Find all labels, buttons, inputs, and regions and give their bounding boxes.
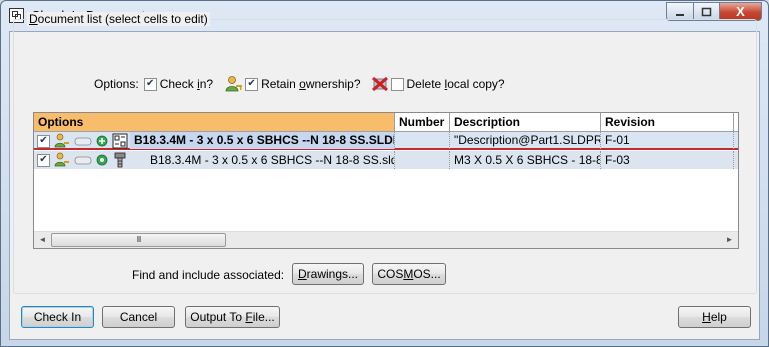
user-key-icon <box>54 152 69 167</box>
cancel-button[interactable]: Cancel <box>102 306 175 328</box>
check-in-button[interactable]: Check In <box>21 306 94 328</box>
row-option-icons: ✔ <box>37 133 128 149</box>
local-copy-icon <box>74 156 92 165</box>
cosmos-button[interactable]: COSMOS... <box>372 263 446 285</box>
row-option-icons: ✔ <box>37 152 128 168</box>
row-number[interactable] <box>395 151 450 169</box>
document-list-label: Document list (select cells to edit) <box>27 12 210 26</box>
options-row: Options: ✔ Check in? ✔ Retain ownership?… <box>94 75 505 93</box>
output-to-file-button[interactable]: Output To File... <box>185 306 280 328</box>
delete-local-copy-label[interactable]: Delete local copy? <box>407 77 505 91</box>
retain-ownership-label[interactable]: Retain ownership? <box>261 77 360 91</box>
grid-header: Options Number Description Revision <box>34 113 738 132</box>
drawings-button[interactable]: Drawings... <box>292 263 364 285</box>
help-button[interactable]: Help <box>678 306 751 328</box>
local-copy-icon <box>74 137 92 146</box>
check-in-checkbox[interactable]: ✔ <box>143 77 157 91</box>
scroll-thumb[interactable]: III <box>51 233 226 247</box>
options-label: Options: <box>94 77 139 91</box>
table-row[interactable]: ✔ B18.3.4M - 3 x 0.5 x 6 SBHCS --N 18-8 … <box>34 151 738 169</box>
column-header-options[interactable]: Options <box>34 113 395 131</box>
up-to-date-icon <box>96 154 108 166</box>
minimize-icon <box>676 13 684 16</box>
row-check-in-checkbox[interactable]: ✔ <box>37 153 50 167</box>
row-document-name[interactable]: B18.3.4M - 3 x 0.5 x 6 SBHCS --N 18-8 SS… <box>146 151 395 169</box>
user-key-icon <box>54 133 69 148</box>
document-grid[interactable]: Options Number Description Revision ✔ B1… <box>33 112 739 249</box>
user-key-icon <box>225 75 243 93</box>
column-header-revision[interactable]: Revision <box>601 113 734 131</box>
column-header-description[interactable]: Description <box>450 113 601 131</box>
row-description[interactable]: M3 X 0.5 X 6 SBHCS - 18-8 S <box>450 151 601 169</box>
maximize-icon <box>701 7 712 16</box>
row-number[interactable] <box>395 132 450 149</box>
row-revision[interactable]: F-01 <box>601 132 734 149</box>
delete-local-copy-checkbox[interactable] <box>390 77 404 91</box>
row-document-name[interactable]: B18.3.4M - 3 x 0.5 x 6 SBHCS --N 18-8 SS… <box>130 132 395 149</box>
drawing-icon <box>112 133 128 149</box>
horizontal-scrollbar[interactable]: ◄ III ► <box>34 231 738 248</box>
row-revision[interactable]: F-03 <box>601 151 734 169</box>
row-description[interactable]: "Description@Part1.SLDPRT" <box>450 132 601 149</box>
scroll-left-icon[interactable]: ◄ <box>34 232 51 248</box>
delete-local-icon <box>371 75 389 93</box>
check-in-label[interactable]: Check in? <box>160 77 213 91</box>
retain-ownership-checkbox[interactable]: ✔ <box>245 77 259 91</box>
add-status-icon <box>96 135 108 147</box>
check-in-dialog: Check In Document X Document list (selec… <box>0 0 769 347</box>
find-associated-label: Find and include associated: <box>132 268 285 282</box>
scroll-right-icon[interactable]: ► <box>721 232 738 248</box>
column-header-number[interactable]: Number <box>395 113 450 131</box>
table-row[interactable]: ✔ B18.3.4M - 3 x 0.5 x 6 SBHCS --N 18-8 … <box>34 132 738 150</box>
row-check-in-checkbox[interactable]: ✔ <box>37 134 50 148</box>
part-icon <box>114 152 126 168</box>
